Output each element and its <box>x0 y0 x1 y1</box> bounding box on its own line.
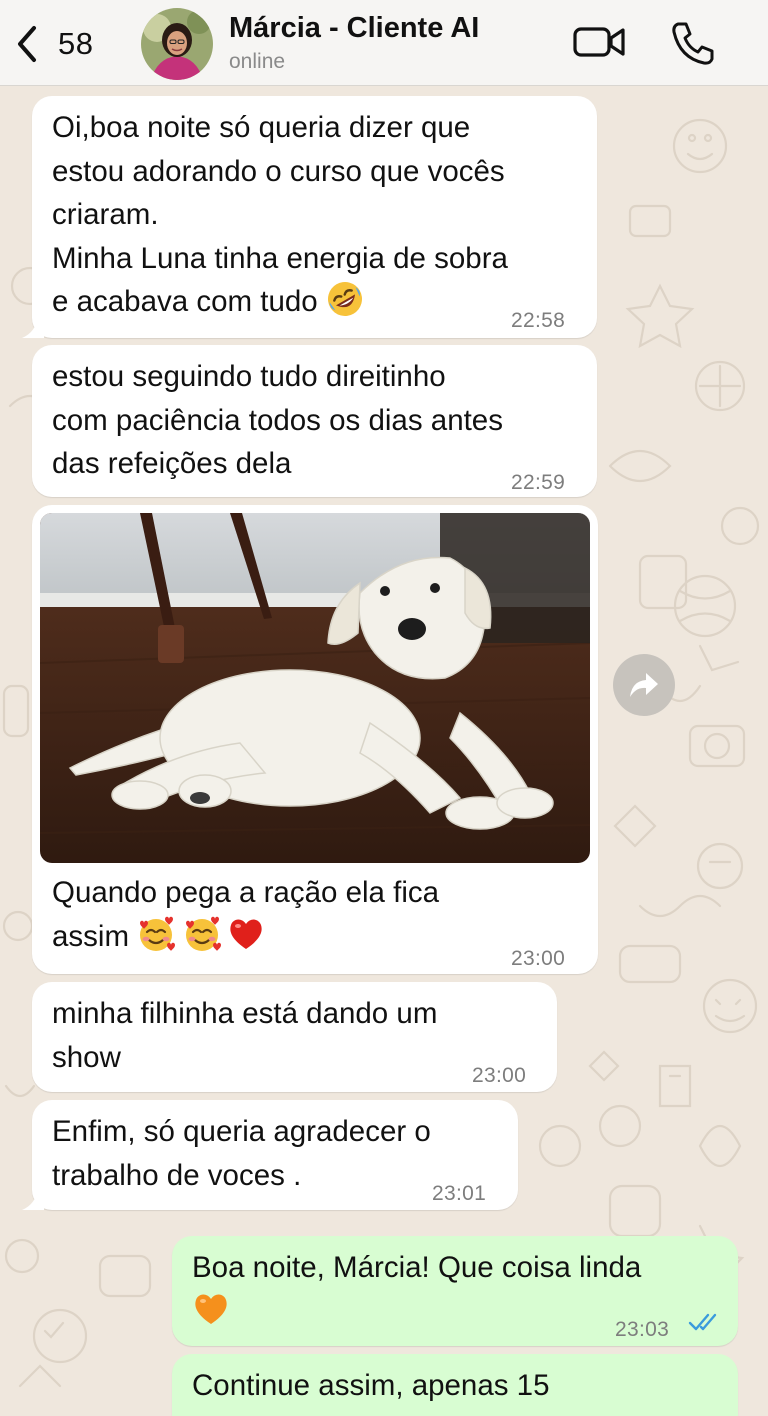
red-heart-emoji <box>230 919 262 949</box>
message-text: estou seguindo tudo direitinho com paciê… <box>52 360 503 480</box>
forward-button[interactable] <box>613 654 675 716</box>
message-time: 23:03 <box>615 1318 670 1341</box>
phone-call-icon[interactable] <box>668 18 718 68</box>
back-button[interactable]: 58 <box>14 22 104 66</box>
message-time: 23:01 <box>432 1182 487 1205</box>
message-text: minha filhinha está dando um show <box>52 997 438 1074</box>
message-text: Oi,boa noite só queria dizer que estou a… <box>52 106 508 324</box>
puppy-photo[interactable] <box>40 513 590 863</box>
bubble-tail <box>22 316 44 338</box>
forward-arrow-icon <box>630 673 658 697</box>
image-message-bubble[interactable]: Quando pega a ração ela fica assim 23:00 <box>32 505 598 974</box>
rolling-on-floor-laughing-emoji <box>327 282 362 316</box>
outgoing-message-bubble[interactable]: Boa noite, Márcia! Que coisa linda 23:03 <box>172 1236 738 1346</box>
orange-heart-emoji <box>195 1294 227 1324</box>
message-bubble[interactable]: minha filhinha está dando um show 23:00 <box>32 982 557 1092</box>
message-text: Enfim, só queria agradecer o trabalho de… <box>52 1115 431 1192</box>
smiling-face-with-hearts-emoji <box>140 916 176 951</box>
chevron-left-icon <box>18 26 36 62</box>
message-bubble[interactable]: Oi,boa noite só queria dizer que estou a… <box>32 96 597 338</box>
contact-name[interactable]: Márcia - Cliente AI <box>229 12 479 45</box>
chat-header: 58 Márcia - Cliente AI online <box>0 0 768 86</box>
outgoing-message-bubble[interactable]: Continue assim, apenas 15 <box>172 1354 738 1416</box>
message-time: 23:00 <box>511 947 566 970</box>
video-call-icon[interactable] <box>571 18 629 66</box>
message-time: 22:59 <box>511 471 566 494</box>
message-text: Continue assim, apenas 15 <box>192 1369 550 1402</box>
read-double-check-icon <box>688 1313 717 1331</box>
bubble-tail <box>22 1188 44 1210</box>
unread-count: 58 <box>58 26 94 61</box>
message-time: 23:00 <box>472 1064 527 1087</box>
smiling-face-with-hearts-emoji <box>186 916 222 951</box>
message-text: Quando pega a ração ela fica assim <box>52 876 440 953</box>
contact-status: online <box>229 50 286 73</box>
message-bubble[interactable]: Enfim, só queria agradecer o trabalho de… <box>32 1100 518 1210</box>
message-time: 22:58 <box>511 309 566 332</box>
message-bubble[interactable]: estou seguindo tudo direitinho com paciê… <box>32 345 597 497</box>
avatar[interactable] <box>141 8 213 80</box>
message-text: Boa noite, Márcia! Que coisa linda <box>192 1246 641 1333</box>
